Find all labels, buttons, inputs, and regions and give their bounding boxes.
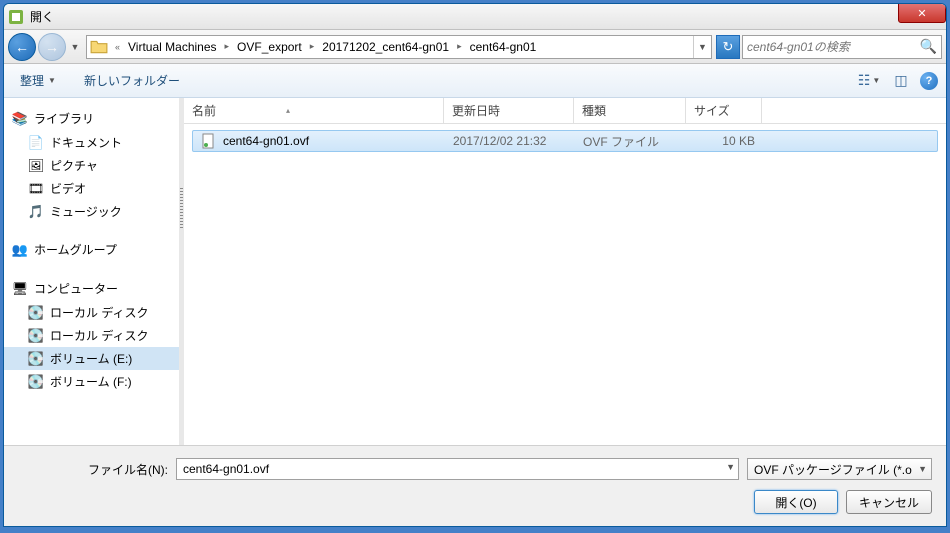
breadcrumb-segment[interactable]: Virtual Machines — [124, 36, 221, 58]
close-icon: ✕ — [917, 7, 926, 20]
picture-icon: 🖼 — [28, 158, 44, 174]
file-date: 2017/12/02 21:32 — [445, 134, 575, 148]
column-header-size[interactable]: サイズ — [686, 98, 762, 123]
open-button[interactable]: 開く(O) — [754, 490, 838, 514]
dialog-footer: ファイル名(N): ▼ OVF パッケージファイル (*.o ▼ 開く(O) キ… — [4, 445, 946, 526]
arrow-left-icon: ← — [15, 39, 29, 55]
app-icon — [8, 9, 24, 25]
search-box[interactable]: 🔍 — [742, 35, 942, 59]
column-headers: 名前▴ 更新日時 種類 サイズ — [184, 98, 946, 124]
sidebar-item-volume-e[interactable]: 💽ボリューム (E:) — [4, 347, 179, 370]
refresh-icon: ↻ — [723, 39, 734, 55]
navigation-bar: ← → ▼ « Virtual Machines ▸ OVF_export ▸ … — [4, 30, 946, 64]
filename-dropdown[interactable]: ▼ — [726, 462, 735, 472]
drive-icon: 💽 — [28, 328, 44, 344]
sort-asc-icon: ▴ — [286, 106, 290, 115]
document-icon: 📄 — [28, 135, 44, 151]
filetype-select[interactable]: OVF パッケージファイル (*.o ▼ — [747, 458, 932, 480]
ovf-file-icon — [201, 133, 217, 149]
chevron-right-icon: ▸ — [221, 41, 234, 52]
drive-icon: 💽 — [28, 374, 44, 390]
sidebar-homegroup-header[interactable]: 👥 ホームグループ — [4, 237, 179, 262]
file-list-body[interactable]: cent64-gn01.ovf 2017/12/02 21:32 OVF ファイ… — [184, 124, 946, 445]
toolbar: 整理▼ 新しいフォルダー ☷▼ ◫ ? — [4, 64, 946, 98]
splitter-grip-icon — [180, 188, 183, 228]
window-title: 開く — [30, 8, 54, 25]
chevron-right-icon: ▸ — [453, 41, 466, 52]
preview-pane-button[interactable]: ◫ — [888, 70, 914, 92]
new-folder-button[interactable]: 新しいフォルダー — [76, 68, 188, 93]
chevron-down-icon: ▼ — [872, 76, 880, 85]
close-button[interactable]: ✕ — [898, 3, 946, 23]
open-file-dialog: 開く ✕ ← → ▼ « Virtual Machines ▸ OVF_expo… — [3, 3, 947, 527]
refresh-button[interactable]: ↻ — [716, 35, 740, 59]
help-button[interactable]: ? — [920, 72, 938, 90]
nav-history-dropdown[interactable]: ▼ — [68, 37, 82, 57]
column-header-date[interactable]: 更新日時 — [444, 98, 574, 123]
drive-icon: 💽 — [28, 305, 44, 321]
video-icon: 🎞 — [28, 181, 44, 197]
file-size: 10 KB — [687, 134, 763, 148]
forward-button[interactable]: → — [38, 33, 66, 61]
back-button[interactable]: ← — [8, 33, 36, 61]
breadcrumb-segment[interactable]: OVF_export — [233, 36, 306, 58]
organize-menu[interactable]: 整理▼ — [12, 68, 64, 93]
music-icon: 🎵 — [28, 204, 44, 220]
file-list: 名前▴ 更新日時 種類 サイズ cent64-gn01.ovf 2017/12/… — [184, 98, 946, 445]
sidebar-library-header[interactable]: 📚 ライブラリ — [4, 106, 179, 131]
file-name: cent64-gn01.ovf — [223, 134, 309, 148]
chevron-down-icon: ▼ — [48, 76, 56, 85]
sidebar: 📚 ライブラリ 📄ドキュメント 🖼ピクチャ 🎞ビデオ 🎵ミュージック 👥 ホーム… — [4, 98, 179, 445]
sidebar-item-documents[interactable]: 📄ドキュメント — [4, 131, 179, 154]
chevron-down-icon: ▼ — [918, 464, 927, 474]
column-header-type[interactable]: 種類 — [574, 98, 686, 123]
folder-icon — [90, 38, 108, 56]
sidebar-item-volume-f[interactable]: 💽ボリューム (F:) — [4, 370, 179, 393]
file-type: OVF ファイル — [575, 133, 687, 150]
sidebar-item-localdisk[interactable]: 💽ローカル ディスク — [4, 301, 179, 324]
library-icon: 📚 — [12, 111, 28, 127]
address-bar[interactable]: « Virtual Machines ▸ OVF_export ▸ 201712… — [86, 35, 712, 59]
chevron-left-icon: « — [111, 42, 124, 52]
content-area: 📚 ライブラリ 📄ドキュメント 🖼ピクチャ 🎞ビデオ 🎵ミュージック 👥 ホーム… — [4, 98, 946, 445]
file-row[interactable]: cent64-gn01.ovf 2017/12/02 21:32 OVF ファイ… — [192, 130, 938, 152]
titlebar: 開く ✕ — [4, 4, 946, 30]
search-icon[interactable]: 🔍 — [920, 38, 937, 55]
drive-icon: 💽 — [28, 351, 44, 367]
computer-icon: 🖥 — [12, 281, 28, 297]
sidebar-item-localdisk[interactable]: 💽ローカル ディスク — [4, 324, 179, 347]
sidebar-item-pictures[interactable]: 🖼ピクチャ — [4, 154, 179, 177]
column-header-name[interactable]: 名前▴ — [184, 98, 444, 123]
homegroup-icon: 👥 — [12, 242, 28, 258]
breadcrumb-segment[interactable]: cent64-gn01 — [466, 36, 541, 58]
cancel-button[interactable]: キャンセル — [846, 490, 932, 514]
filename-input[interactable] — [176, 458, 739, 480]
sidebar-item-music[interactable]: 🎵ミュージック — [4, 200, 179, 223]
search-input[interactable] — [747, 40, 920, 54]
chevron-right-icon: ▸ — [306, 41, 319, 52]
sidebar-item-videos[interactable]: 🎞ビデオ — [4, 177, 179, 200]
view-options-button[interactable]: ☷▼ — [856, 70, 882, 92]
sidebar-computer-header[interactable]: 🖥 コンピューター — [4, 276, 179, 301]
filename-label: ファイル名(N): — [88, 461, 168, 478]
arrow-right-icon: → — [45, 39, 59, 55]
address-dropdown[interactable]: ▼ — [693, 36, 711, 58]
breadcrumb-segment[interactable]: 20171202_cent64-gn01 — [318, 36, 453, 58]
